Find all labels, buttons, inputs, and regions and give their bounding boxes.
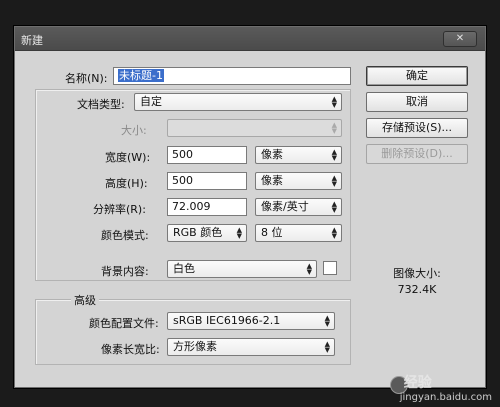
close-button[interactable]: ✕ xyxy=(443,31,477,47)
color-profile-value: sRGB IEC61966-2.1 xyxy=(173,314,281,327)
advanced-title: 高级 xyxy=(71,292,99,308)
updown-arrow-icon: ▲ ▼ xyxy=(306,262,312,276)
cancel-button[interactable]: 取消 xyxy=(366,92,468,112)
resolution-value: 72.009 xyxy=(172,200,211,213)
background-select[interactable]: 白色 ▲ ▼ xyxy=(167,260,317,278)
background-color-swatch[interactable] xyxy=(323,261,337,275)
size-label: 大小: xyxy=(121,124,147,137)
watermark: 经验 jingyan.baidu.com xyxy=(400,372,492,403)
color-mode-label: 颜色模式: xyxy=(101,229,149,242)
width-label: 宽度(W): xyxy=(105,151,151,164)
updown-arrow-icon: ▲ ▼ xyxy=(331,121,337,135)
height-value: 500 xyxy=(172,174,193,187)
watermark-url: jingyan.baidu.com xyxy=(399,392,492,403)
height-unit-value: 像素 xyxy=(261,174,283,187)
height-unit-select[interactable]: 像素 ▲ ▼ xyxy=(255,172,342,190)
name-label: 名称(N): xyxy=(65,72,108,85)
color-mode-select[interactable]: RGB 颜色 ▲ ▼ xyxy=(167,224,247,242)
width-value: 500 xyxy=(172,148,193,161)
image-size-label: 图像大小: xyxy=(393,267,441,280)
updown-arrow-icon: ▲ ▼ xyxy=(331,148,337,162)
title-bar[interactable]: 新建 ✕ xyxy=(15,27,485,51)
resolution-label: 分辨率(R): xyxy=(93,203,146,216)
new-document-dialog: 新建 ✕ 名称(N): 未标题-1 文档类型: 自定 ▲ ▼ 大小: ▲ ▼ 宽度(… xyxy=(14,26,486,388)
resolution-input[interactable]: 72.009 xyxy=(167,198,247,216)
save-preset-button[interactable]: 存储预设(S)... xyxy=(366,118,468,138)
width-unit-value: 像素 xyxy=(261,148,283,161)
image-size-value: 732.4K xyxy=(397,283,437,296)
pixel-aspect-label: 像素长宽比: xyxy=(101,343,160,356)
bit-depth-value: 8 位 xyxy=(261,226,283,239)
watermark-brand: 经验 xyxy=(403,375,432,391)
doc-type-select[interactable]: 自定 ▲ ▼ xyxy=(134,93,342,111)
updown-arrow-icon: ▲ ▼ xyxy=(331,200,337,214)
close-icon: ✕ xyxy=(455,33,465,44)
updown-arrow-icon: ▲ ▼ xyxy=(331,174,337,188)
updown-arrow-icon: ▲ ▼ xyxy=(331,226,337,240)
updown-arrow-icon: ▲ ▼ xyxy=(331,95,337,109)
resolution-unit-select[interactable]: 像素/英寸 ▲ ▼ xyxy=(255,198,342,216)
ok-button[interactable]: 确定 xyxy=(366,66,468,86)
height-input[interactable]: 500 xyxy=(167,172,247,190)
background-value: 白色 xyxy=(173,262,195,275)
name-input[interactable]: 未标题-1 xyxy=(113,67,351,85)
dialog-title: 新建 xyxy=(21,34,43,47)
updown-arrow-icon: ▲ ▼ xyxy=(324,340,330,354)
updown-arrow-icon: ▲ ▼ xyxy=(324,314,330,328)
doc-type-label: 文档类型: xyxy=(77,98,125,111)
color-mode-value: RGB 颜色 xyxy=(173,226,223,239)
delete-preset-button[interactable]: 删除预设(D)... xyxy=(366,144,468,164)
doc-type-value: 自定 xyxy=(140,95,162,108)
height-label: 高度(H): xyxy=(105,177,148,190)
width-input[interactable]: 500 xyxy=(167,146,247,164)
pixel-aspect-select[interactable]: 方形像素 ▲ ▼ xyxy=(167,338,335,356)
pixel-aspect-value: 方形像素 xyxy=(173,340,217,353)
size-select[interactable]: ▲ ▼ xyxy=(167,119,342,137)
width-unit-select[interactable]: 像素 ▲ ▼ xyxy=(255,146,342,164)
background-label: 背景内容: xyxy=(101,265,149,278)
bit-depth-select[interactable]: 8 位 ▲ ▼ xyxy=(255,224,342,242)
color-profile-label: 颜色配置文件: xyxy=(89,317,159,330)
name-value: 未标题-1 xyxy=(118,69,164,82)
resolution-unit-value: 像素/英寸 xyxy=(261,200,309,213)
updown-arrow-icon: ▲ ▼ xyxy=(236,226,242,240)
color-profile-select[interactable]: sRGB IEC61966-2.1 ▲ ▼ xyxy=(167,312,335,330)
